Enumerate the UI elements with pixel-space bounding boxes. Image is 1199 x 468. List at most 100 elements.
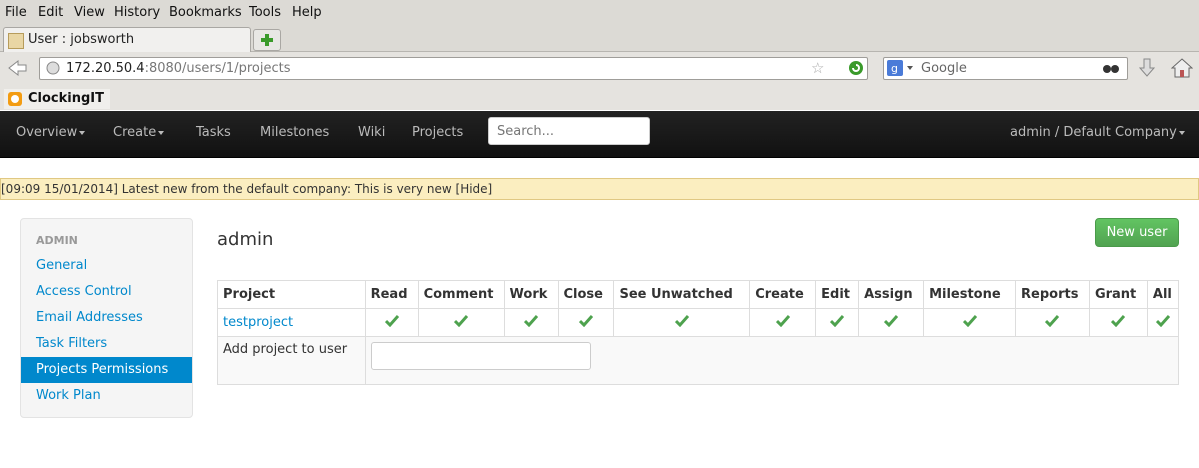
col-edit: Edit: [815, 280, 860, 309]
permissions-table: Project Read Comment Work Close See Unwa…: [217, 280, 1180, 385]
project-link[interactable]: testproject: [223, 315, 293, 330]
menu-file[interactable]: File: [5, 5, 27, 20]
col-all: All: [1146, 280, 1180, 309]
browser-tab[interactable]: User : jobsworth: [3, 27, 251, 52]
permission-cell[interactable]: [923, 308, 1016, 337]
menu-bookmarks[interactable]: Bookmarks: [169, 5, 242, 20]
checkmark-icon: [830, 314, 845, 327]
caret-down-icon: [158, 130, 165, 135]
menu-history[interactable]: History: [114, 5, 160, 20]
url-host: 172.20.50.4: [66, 61, 145, 76]
col-see-unwatched: See Unwatched: [613, 280, 751, 309]
nav-create-label: Create: [113, 125, 157, 140]
bookmark-clockingit[interactable]: ClockingIT: [4, 89, 111, 109]
search-input[interactable]: [488, 117, 650, 145]
checkmark-icon: [524, 314, 539, 327]
download-arrow-icon[interactable]: [1137, 57, 1157, 79]
checkmark-icon: [578, 314, 593, 327]
news-notice-bar: [09:09 15/01/2014] Latest new from the d…: [0, 178, 1199, 200]
col-assign: Assign: [858, 280, 925, 309]
add-project-row: Add project to user: [217, 336, 1180, 385]
page-favicon-icon: [8, 33, 24, 49]
col-create: Create: [749, 280, 817, 309]
add-project-input[interactable]: [370, 342, 591, 370]
nav-create[interactable]: Create: [113, 125, 165, 140]
permission-cell[interactable]: [815, 308, 860, 337]
google-engine-icon[interactable]: g: [887, 60, 917, 76]
caret-down-icon: [1178, 130, 1185, 135]
add-project-label: Add project to user: [217, 336, 366, 385]
permission-cell[interactable]: [613, 308, 751, 337]
checkmark-icon: [962, 314, 977, 327]
checkmark-icon: [384, 314, 399, 327]
col-read: Read: [364, 280, 419, 309]
nav-user-menu[interactable]: admin / Default Company: [1010, 125, 1185, 140]
sidebar-item-email-addresses[interactable]: Email Addresses: [21, 305, 192, 331]
bookmarks-toolbar: [0, 88, 1199, 110]
url-path: :8080/users/1/projects: [144, 61, 291, 76]
permission-cell[interactable]: [364, 308, 419, 337]
home-icon[interactable]: [1171, 57, 1193, 79]
checkmark-icon: [674, 314, 689, 327]
table-header-row: Project Read Comment Work Close See Unwa…: [217, 280, 1180, 309]
checkmark-icon: [775, 314, 790, 327]
permission-cell[interactable]: [1015, 308, 1090, 337]
nav-tasks[interactable]: Tasks: [196, 125, 231, 140]
menu-help[interactable]: Help: [292, 5, 322, 20]
permission-cell[interactable]: [557, 308, 615, 337]
checkmark-icon: [454, 314, 469, 327]
permission-cell[interactable]: [1146, 308, 1180, 337]
browser-search-bar[interactable]: g Google: [883, 57, 1128, 80]
col-grant: Grant: [1088, 280, 1148, 309]
table-row: testproject: [217, 308, 1180, 337]
back-arrow-icon: [8, 59, 27, 77]
new-tab-button[interactable]: [253, 29, 281, 51]
url-text: 172.20.50.4:8080/users/1/projects: [66, 61, 290, 76]
caret-down-icon: [79, 130, 86, 135]
permission-cell[interactable]: [1088, 308, 1148, 337]
add-project-cell: [364, 336, 1180, 385]
checkmark-icon: [1111, 314, 1126, 327]
search-engine-placeholder: Google: [921, 61, 967, 76]
reload-icon[interactable]: [848, 60, 864, 76]
bookmark-star-icon[interactable]: ☆: [811, 59, 824, 77]
back-button[interactable]: [4, 57, 30, 79]
bookmark-label: ClockingIT: [28, 91, 105, 106]
plus-icon: [261, 34, 273, 46]
nav-milestones[interactable]: Milestones: [260, 125, 329, 140]
nav-projects[interactable]: Projects: [412, 125, 463, 140]
menu-edit[interactable]: Edit: [38, 5, 63, 20]
nav-overview-label: Overview: [16, 125, 78, 140]
nav-user-label: admin / Default Company: [1010, 125, 1177, 140]
sidebar-item-projects-permissions[interactable]: Projects Permissions: [21, 357, 192, 383]
checkmark-icon: [1045, 314, 1060, 327]
checkmark-icon: [884, 314, 899, 327]
col-project: Project: [217, 280, 366, 309]
new-user-button[interactable]: New user: [1095, 218, 1179, 247]
permission-cell[interactable]: [503, 308, 559, 337]
project-cell: testproject: [217, 308, 366, 337]
clock-icon: [8, 92, 22, 106]
svg-text:g: g: [891, 62, 898, 75]
sidebar-header: ADMIN: [36, 234, 78, 247]
permission-cell[interactable]: [749, 308, 817, 337]
col-reports: Reports: [1015, 280, 1090, 309]
permission-cell[interactable]: [417, 308, 505, 337]
col-milestone: Milestone: [923, 280, 1016, 309]
col-close: Close: [557, 280, 615, 309]
col-comment: Comment: [417, 280, 505, 309]
nav-overview[interactable]: Overview: [16, 125, 86, 140]
permission-cell[interactable]: [858, 308, 925, 337]
binoculars-icon[interactable]: [1102, 61, 1120, 75]
browser-menubar: File Edit View History Bookmarks Tools H…: [0, 0, 1199, 26]
page-title: admin: [217, 229, 274, 250]
nav-wiki[interactable]: Wiki: [358, 125, 385, 140]
menu-view[interactable]: View: [74, 5, 105, 20]
sidebar-item-work-plan[interactable]: Work Plan: [21, 383, 192, 409]
sidebar-item-task-filters[interactable]: Task Filters: [21, 331, 192, 357]
sidebar-item-access-control[interactable]: Access Control: [21, 279, 192, 305]
menu-tools[interactable]: Tools: [249, 5, 281, 20]
tab-title: User : jobsworth: [28, 32, 135, 47]
url-bar[interactable]: 172.20.50.4:8080/users/1/projects ☆: [39, 57, 868, 80]
sidebar-item-general[interactable]: General: [21, 253, 192, 279]
